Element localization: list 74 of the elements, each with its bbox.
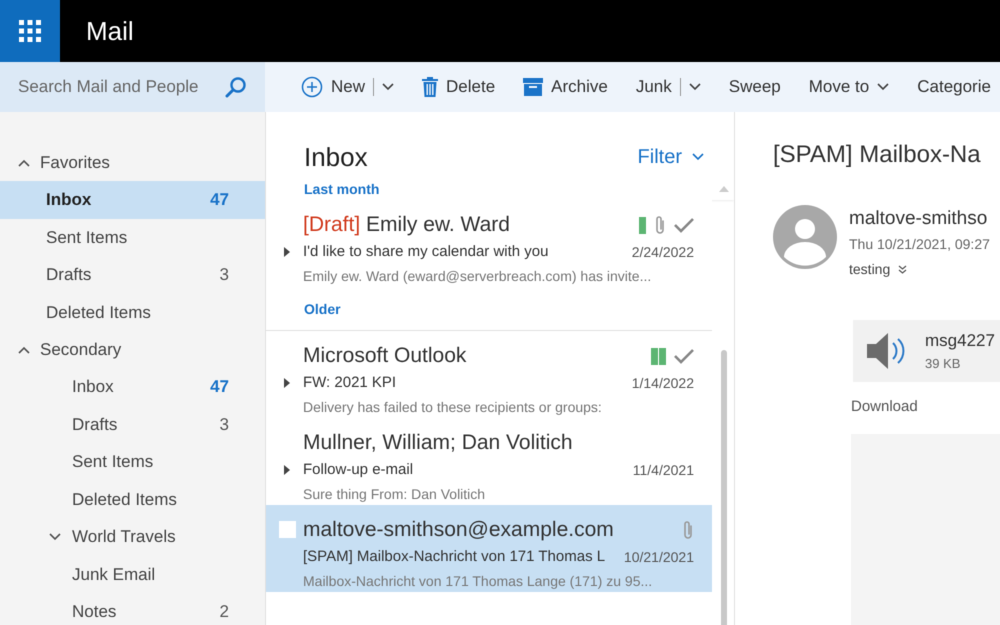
email-subject: [SPAM] Mailbox-Na bbox=[773, 140, 982, 170]
chevron-down-icon bbox=[877, 83, 890, 91]
trash-icon bbox=[422, 77, 438, 97]
folder-item[interactable]: Inbox 47 bbox=[0, 368, 265, 406]
app-launcher-button[interactable] bbox=[0, 0, 60, 62]
folder-item[interactable]: Deleted Items bbox=[0, 294, 265, 331]
scrollbar-thumb[interactable] bbox=[721, 350, 727, 625]
plus-icon bbox=[301, 76, 323, 98]
sender-name: Mullner, William; Dan Volitich bbox=[303, 430, 574, 456]
item-count: 3 bbox=[220, 414, 229, 436]
chevron-down-icon bbox=[688, 83, 701, 91]
filter-button[interactable]: Filter bbox=[638, 142, 704, 172]
sender-name: maltove-smithson@example.com bbox=[303, 517, 615, 544]
search-box[interactable]: Search Mail and People bbox=[0, 62, 265, 112]
toolbar-button[interactable]: Sweep bbox=[728, 74, 781, 100]
download-link[interactable]: Download bbox=[851, 396, 918, 418]
folder-item[interactable]: Sent Items bbox=[0, 443, 265, 480]
toolbar-button[interactable]: Archive bbox=[523, 74, 608, 100]
sender-name: Microsoft Outlook bbox=[303, 343, 468, 370]
checkbox[interactable] bbox=[279, 521, 296, 538]
item-count: 47 bbox=[210, 189, 229, 211]
double-chevron-icon bbox=[898, 264, 908, 274]
folder-title: Inbox bbox=[304, 141, 368, 174]
folder-item[interactable]: Junk Email bbox=[0, 556, 265, 593]
message-subject: Follow-up e-mail bbox=[303, 460, 414, 480]
folder-item[interactable]: Sent Items bbox=[0, 218, 265, 256]
app-title: Mail bbox=[86, 14, 134, 48]
folder-section-header[interactable]: Secondary bbox=[0, 331, 265, 368]
message-subject: I'd like to share my calendar with you bbox=[303, 242, 550, 262]
chevron-down-icon bbox=[49, 533, 61, 541]
attachment-name: msg4227 bbox=[925, 330, 995, 352]
chevron-up-icon bbox=[18, 158, 30, 166]
sender-name: maltove-smithso bbox=[849, 207, 988, 231]
search-icon bbox=[225, 76, 247, 98]
folder-item[interactable]: Drafts 3 bbox=[0, 406, 265, 443]
message-preview: Delivery has failed to these recipients or groups: bbox=[303, 398, 603, 417]
box-icon bbox=[523, 78, 544, 96]
message-date: 2/24/2022 bbox=[632, 242, 694, 262]
message-preview: Sure thing From: Dan Volitich bbox=[303, 485, 486, 504]
avatar-icon bbox=[773, 205, 837, 269]
sender-name: [Draft] Emily ew. Ward bbox=[303, 212, 511, 238]
toolbar-button[interactable]: Move to bbox=[808, 74, 890, 100]
attachment-size: 39 KB bbox=[925, 354, 962, 372]
message-preview: Emily ew. Ward (eward@serverbreach.com) has invite... bbox=[303, 267, 652, 286]
message-date: 11/4/2021 bbox=[632, 460, 694, 480]
toolbar-button[interactable]: Delete bbox=[422, 74, 496, 100]
item-count: 3 bbox=[220, 264, 229, 286]
toolbar-button[interactable]: Junk bbox=[636, 74, 701, 100]
toolbar-button[interactable]: Categorie bbox=[917, 74, 991, 100]
chevron-down-icon bbox=[692, 153, 704, 161]
waffle-icon bbox=[19, 20, 41, 42]
folder-item[interactable]: Notes 2 bbox=[0, 593, 265, 625]
chevron-up-icon bbox=[18, 346, 30, 354]
email-date: Thu 10/21/2021, 09:27 bbox=[849, 234, 990, 254]
attachment-card[interactable]: msg4227 39 KB bbox=[853, 320, 1000, 382]
folder-item[interactable]: Deleted Items bbox=[0, 480, 265, 518]
scroll-up-icon bbox=[719, 186, 729, 192]
message-date: 1/14/2022 bbox=[632, 374, 694, 392]
folder-item[interactable]: World Travels bbox=[0, 518, 265, 556]
chevron-down-icon bbox=[382, 83, 394, 91]
message-subject: [SPAM] Mailbox-Nachricht von 171 Thomas L bbox=[303, 546, 606, 567]
search-field[interactable]: Search Mail and People bbox=[18, 72, 225, 102]
item-count: 2 bbox=[220, 601, 229, 623]
message-subject: FW: 2021 KPI bbox=[303, 372, 398, 393]
item-count: 47 bbox=[210, 376, 229, 398]
recipients-button[interactable]: testing bbox=[849, 258, 990, 280]
folder-section-header[interactable]: Favorites bbox=[0, 144, 265, 181]
message-date: 10/21/2021 bbox=[624, 548, 694, 566]
message-row[interactable]: maltove-smithson@example.com [SPAM] Mailbox-Nachricht von 171 Thomas L 10/21/2021 Mailbox-Nachricht von 171 Thomas Lange (171) zu 95... bbox=[266, 505, 712, 592]
toolbar-button[interactable]: New bbox=[301, 74, 394, 100]
folder-item[interactable]: Drafts 3 bbox=[0, 256, 265, 294]
group-header: Last month bbox=[304, 180, 380, 199]
message-preview: Mailbox-Nachricht von 171 Thomas Lange (171) zu 95... bbox=[303, 572, 654, 591]
folder-item[interactable]: Inbox 47 bbox=[0, 181, 265, 218]
